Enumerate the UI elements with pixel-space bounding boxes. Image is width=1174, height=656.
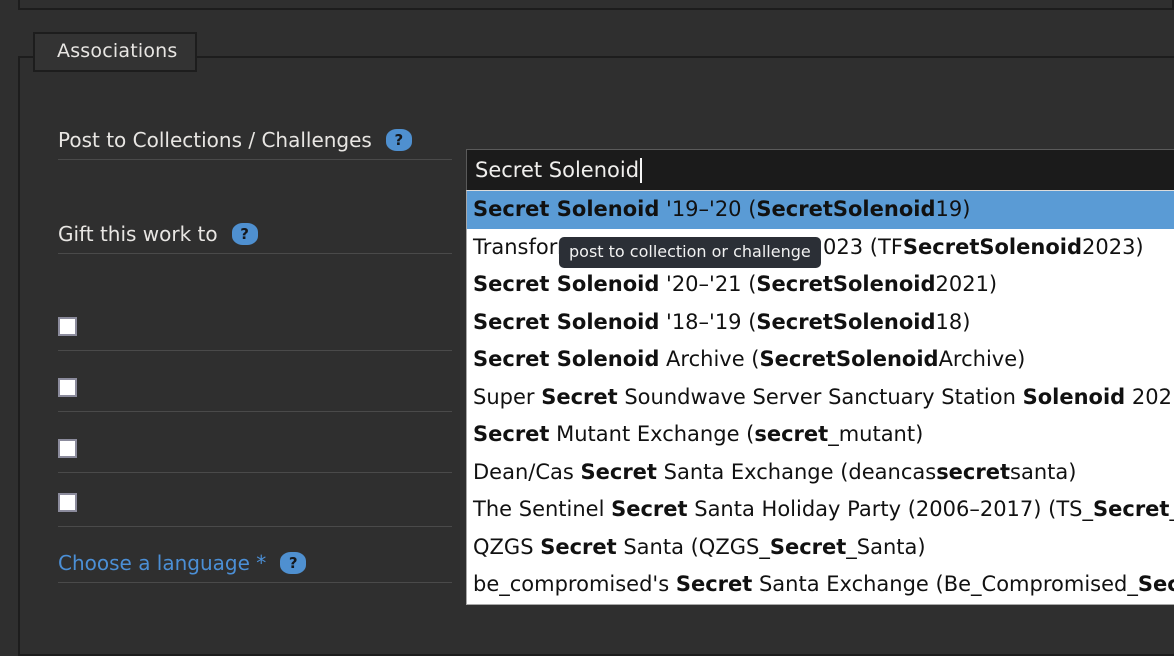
collection-search-input-value: Secret Solenoid [475, 158, 640, 182]
checkbox[interactable] [58, 439, 77, 458]
question-mark-icon[interactable]: ? [280, 552, 307, 574]
autocomplete-option[interactable]: Secret Solenoid '18–'19 (SecretSolenoid1… [467, 304, 1174, 342]
match-highlight: Solenoid [1022, 384, 1126, 409]
match-highlight: Secret Solenoid [473, 309, 660, 334]
option-text: Santa (QZGS_ [616, 534, 770, 559]
autocomplete-tooltip: post to collection or challenge [559, 237, 821, 268]
option-text: QZGS [473, 534, 541, 559]
option-text: be_compromised's [473, 572, 676, 596]
autocomplete-option[interactable]: Secret Mutant Exchange (secret_mutant) [467, 416, 1174, 454]
autocomplete-option[interactable]: Secret Solenoid Archive (SecretSolenoidA… [467, 341, 1174, 379]
gift-this-work-to-label-text: Gift this work to [58, 222, 218, 246]
autocomplete-option[interactable]: Secret Solenoid '20–'21 (SecretSolenoid2… [467, 266, 1174, 304]
option-text: 2021) [935, 272, 998, 296]
checkbox-row[interactable] [58, 425, 452, 473]
match-highlight: Secret [611, 497, 688, 521]
match-highlight: Secret [769, 534, 847, 559]
checkbox-row[interactable] [58, 364, 452, 412]
gift-this-work-to-label: Gift this work to ? [58, 222, 452, 254]
text-caret [640, 157, 643, 183]
post-to-collections-label: Post to Collections / Challenges ? [58, 128, 452, 160]
autocomplete-option[interactable]: QZGS Secret Santa (QZGS_Secret_Santa) [467, 529, 1174, 567]
post-to-collections-label-text: Post to Collections / Challenges [58, 128, 372, 152]
match-highlight: Secret [541, 384, 618, 409]
match-highlight: SecretSolenoid [902, 234, 1082, 259]
option-text: Santa Holiday Party (2006–2017) (TS_ [687, 497, 1093, 521]
match-highlight: SecretSolenoid [756, 197, 936, 221]
option-text: Super [473, 384, 542, 409]
option-text: 2023) [1081, 234, 1144, 259]
question-mark-icon[interactable]: ? [231, 223, 258, 245]
field-post-to-collections: Post to Collections / Challenges ? [58, 128, 452, 160]
option-text: '18–'19 ( [659, 309, 757, 334]
option-text: Santa Exchange (deancas [656, 459, 937, 484]
autocomplete-option[interactable]: Super Secret Soundwave Server Sanctuary … [467, 379, 1174, 417]
associations-legend: Associations [33, 32, 198, 72]
match-highlight: SecretSolenoid [756, 309, 936, 334]
match-highlight: Secret [473, 422, 550, 446]
choose-a-language-label[interactable]: Choose a language * ? [58, 551, 452, 583]
match-highlight: Secret [580, 459, 657, 484]
autocomplete-option[interactable]: Dean/Cas Secret Santa Exchange (deancass… [467, 454, 1174, 492]
match-highlight: secret [936, 459, 1011, 484]
option-text: santa) [1010, 459, 1077, 484]
question-mark-icon[interactable]: ? [385, 129, 412, 151]
match-highlight: secret [754, 422, 829, 446]
option-text: 18) [935, 309, 971, 334]
option-text: _Santa) [1169, 497, 1174, 521]
option-text: 19) [935, 197, 971, 221]
match-highlight: SecretSolenoid [756, 272, 936, 296]
match-highlight: Secret Solenoid [473, 272, 660, 296]
option-text: _Santa) [846, 534, 926, 559]
autocomplete-option[interactable]: The Sentinel Secret Santa Holiday Party … [467, 491, 1174, 529]
checkbox[interactable] [58, 317, 77, 336]
option-text: Dean/Cas [473, 459, 581, 484]
autocomplete-option[interactable]: be_compromised's Secret Santa Exchange (… [467, 566, 1174, 604]
option-text: _mutant) [828, 422, 924, 446]
match-highlight: Secret [675, 572, 753, 596]
checkbox-row[interactable] [58, 479, 452, 527]
option-text: Santa Exchange (Be_Compromised_ [752, 572, 1138, 596]
option-text: The Sentinel [473, 497, 612, 521]
checkbox[interactable] [58, 378, 77, 397]
collection-autocomplete: Secret Solenoid Secret Solenoid '19–'20 … [466, 149, 1174, 605]
match-highlight: Secret Solenoid [473, 197, 660, 221]
checkbox[interactable] [58, 493, 77, 512]
option-text: Archive ( [659, 347, 760, 371]
option-text: 2021 (S7_ [1131, 384, 1174, 409]
match-highlight: Secret [540, 534, 617, 559]
option-text: Mutant Exchange ( [549, 422, 755, 446]
match-highlight: SecretSolenoid [759, 347, 939, 371]
option-text: '19–'20 ( [659, 197, 757, 221]
checkbox-row[interactable] [58, 303, 452, 351]
match-highlight: Secret Solenoid [473, 347, 660, 371]
match-highlight: Secret [1137, 572, 1174, 596]
option-text: Archive) [938, 347, 1026, 371]
field-choose-a-language: Choose a language * ? [58, 551, 452, 583]
autocomplete-option[interactable]: Secret Solenoid '19–'20 (SecretSolenoid1… [467, 191, 1174, 229]
field-gift-this-work-to: Gift this work to ? [58, 222, 452, 254]
collection-search-input[interactable]: Secret Solenoid [466, 149, 1174, 190]
option-text: '20–'21 ( [659, 272, 757, 296]
choose-a-language-label-text: Choose a language * [58, 551, 267, 575]
option-text: Soundwave Server Sanctuary Station [617, 384, 1023, 409]
match-highlight: Secret [1093, 497, 1170, 521]
